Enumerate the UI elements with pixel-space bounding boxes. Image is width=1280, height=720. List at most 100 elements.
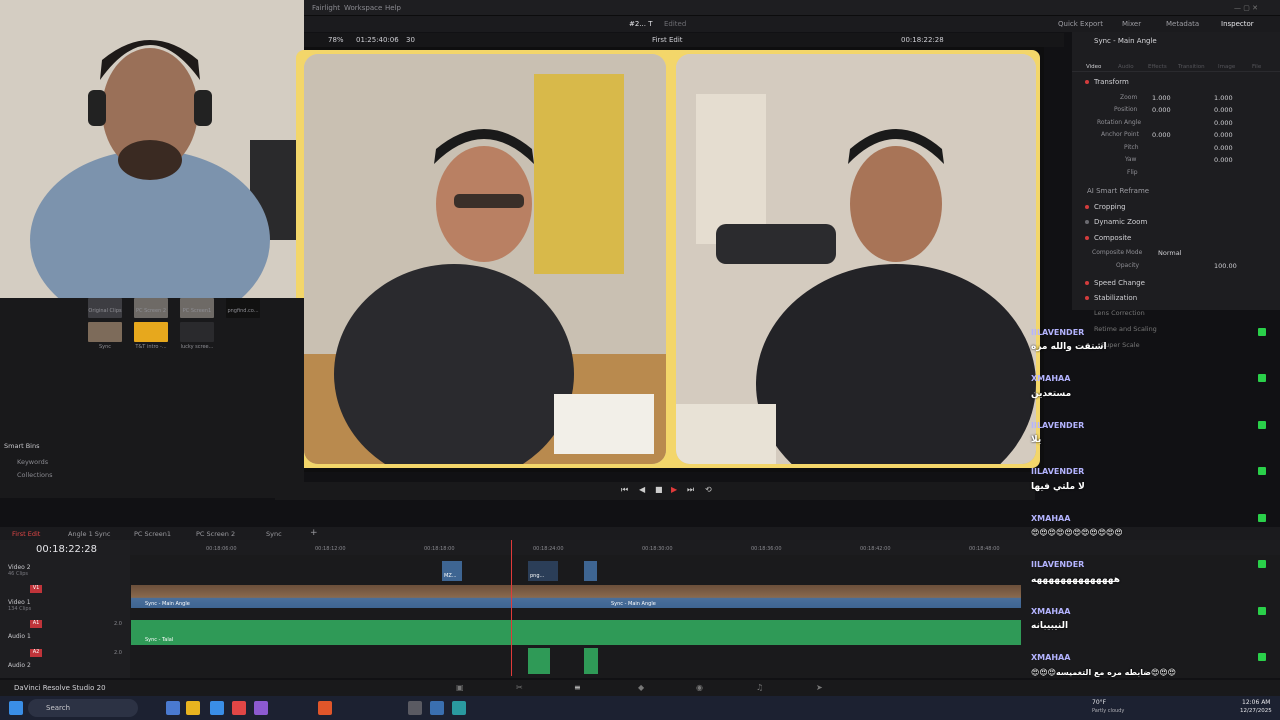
pitch-field[interactable]: 0.000 [1214,144,1233,152]
fairlight-page-icon[interactable]: ♫ [756,683,763,692]
chat-badge-icon [1258,653,1266,661]
tab-audio[interactable]: Audio [1118,64,1134,70]
davinci-icon[interactable] [452,701,466,715]
clip-a2[interactable] [584,648,598,674]
mixer-button[interactable]: Mixer [1122,20,1141,28]
tab-transition[interactable]: Transition [1178,64,1205,70]
chrome-icon[interactable] [232,701,246,715]
clock-date[interactable]: 12/27/2025 [1240,708,1272,714]
clip-label: Sync - Main Angle [145,601,190,607]
section-cropping[interactable]: Cropping [1072,200,1280,214]
track-id-a2[interactable]: A2 [30,649,42,657]
stop-button[interactable]: ■ [655,485,663,494]
go-to-end-button[interactable]: ⏭ [687,485,694,495]
section-transform[interactable]: Transform [1072,75,1280,89]
tab-first-edit[interactable]: First Edit [12,530,40,538]
tab-pc-screen1[interactable]: PC Screen1 [134,530,171,538]
section-lens-correction[interactable]: Lens Correction [1094,309,1145,317]
position-x-field[interactable]: 0.000 [1152,106,1171,114]
clip-v2[interactable]: png... [528,561,558,581]
playhead[interactable] [511,540,512,676]
clip-a1-talal[interactable]: Sync - Talal [131,620,1021,645]
color-page-icon[interactable]: ◉ [696,683,703,692]
metadata-button[interactable]: Metadata [1166,20,1199,28]
tab-file[interactable]: File [1252,64,1261,70]
rotation-field[interactable]: 0.000 [1214,119,1233,127]
app-icon[interactable] [254,701,268,715]
loop-button[interactable]: ⟲ [705,485,712,494]
edge-icon[interactable] [166,701,180,715]
chat-message: يلا [1031,435,1042,445]
clip-thumb-sync[interactable] [88,322,122,342]
clock-time[interactable]: 12:06 AM [1242,699,1270,706]
zoom-level[interactable]: 78% [328,36,344,44]
quick-export-button[interactable]: Quick Export [1058,20,1103,28]
clip-thumb-lucky[interactable] [180,322,214,342]
clip-v2[interactable]: MZ... [442,561,462,581]
tab-angle-1-sync[interactable]: Angle 1 Sync [68,530,110,538]
store-icon[interactable] [210,701,224,715]
deliver-page-icon[interactable]: ➤ [816,683,823,692]
clip-v2[interactable] [584,561,597,581]
zoom-x-field[interactable]: 1.000 [1152,94,1171,102]
add-timeline-button[interactable]: + [310,528,318,538]
track-id-v1[interactable]: V1 [30,585,42,593]
tab-image[interactable]: Image [1218,64,1235,70]
brave-icon[interactable] [318,701,332,715]
play-reverse-button[interactable]: ◀ [639,485,645,494]
edit-page-icon[interactable]: ≡ [574,683,581,692]
explorer-icon[interactable] [186,701,200,715]
tab-pc-screen2[interactable]: PC Screen 2 [196,530,235,538]
section-stabilization[interactable]: Stabilization [1072,291,1280,305]
menu-workspace[interactable]: Workspace [344,4,382,12]
clip-label: PC Screen1 [182,308,212,314]
media-pool: Original Clips PC Screen 2 PC Screen1 pn… [0,298,304,498]
tab-video[interactable]: Video [1086,64,1101,70]
bin-collections[interactable]: Collections [17,471,53,479]
search-box[interactable]: Search [28,699,138,717]
media-page-icon[interactable]: ▣ [456,683,464,692]
position-y-field[interactable]: 0.000 [1214,106,1233,114]
go-to-start-button[interactable]: ⏮ [621,485,628,495]
cut-page-icon[interactable]: ✂ [516,683,523,692]
start-icon[interactable] [9,701,23,715]
section-ai-smart-reframe[interactable]: AI Smart Reframe [1072,184,1280,198]
fusion-page-icon[interactable]: ◆ [638,683,644,692]
tab-sync[interactable]: Sync [266,530,282,538]
opacity-label: Opacity [1116,262,1140,269]
yaw-field[interactable]: 0.000 [1214,156,1233,164]
play-button[interactable]: ▶ [671,485,677,494]
bin-keywords[interactable]: Keywords [17,458,48,466]
enabled-dot[interactable] [1085,220,1089,224]
inspector-button[interactable]: Inspector [1221,20,1254,28]
flip-label: Flip [1127,169,1138,176]
menu-help[interactable]: Help [385,4,401,12]
steam-icon[interactable] [430,701,444,715]
zoom-y-field[interactable]: 1.000 [1214,94,1233,102]
chat-message: 😍😍😍😍😍😍😍😍😍😍😍 [1031,528,1123,537]
tab-effects[interactable]: Effects [1148,64,1167,70]
chat-badge-icon [1258,607,1266,615]
timeline-name[interactable]: First Edit [652,36,683,44]
anchor-x-field[interactable]: 0.000 [1152,131,1171,139]
enabled-dot[interactable] [1085,296,1089,300]
track-level: 2.0 [114,621,122,627]
track-id-a1[interactable]: A1 [30,620,42,628]
anchor-y-field[interactable]: 0.000 [1214,131,1233,139]
enabled-dot[interactable] [1085,281,1089,285]
window-controls[interactable]: — ▢ ✕ [1234,4,1258,12]
enabled-dot[interactable] [1085,80,1089,84]
section-label: Dynamic Zoom [1094,218,1148,226]
clip-v1-main-angle[interactable]: Sync - Main Angle Sync - Main Angle [131,585,1021,608]
clip-thumb-intro[interactable] [134,322,168,342]
enabled-dot[interactable] [1085,205,1089,209]
section-dynamic-zoom[interactable]: Dynamic Zoom [1072,215,1280,229]
enabled-dot[interactable] [1085,236,1089,240]
section-composite[interactable]: Composite [1072,231,1280,245]
app-icon[interactable] [408,701,422,715]
section-speed-change[interactable]: Speed Change [1072,276,1280,290]
composite-mode-select[interactable]: Normal [1158,249,1182,257]
opacity-field[interactable]: 100.00 [1214,262,1237,270]
menu-fairlight[interactable]: Fairlight [312,4,340,12]
clip-a2[interactable] [528,648,550,674]
